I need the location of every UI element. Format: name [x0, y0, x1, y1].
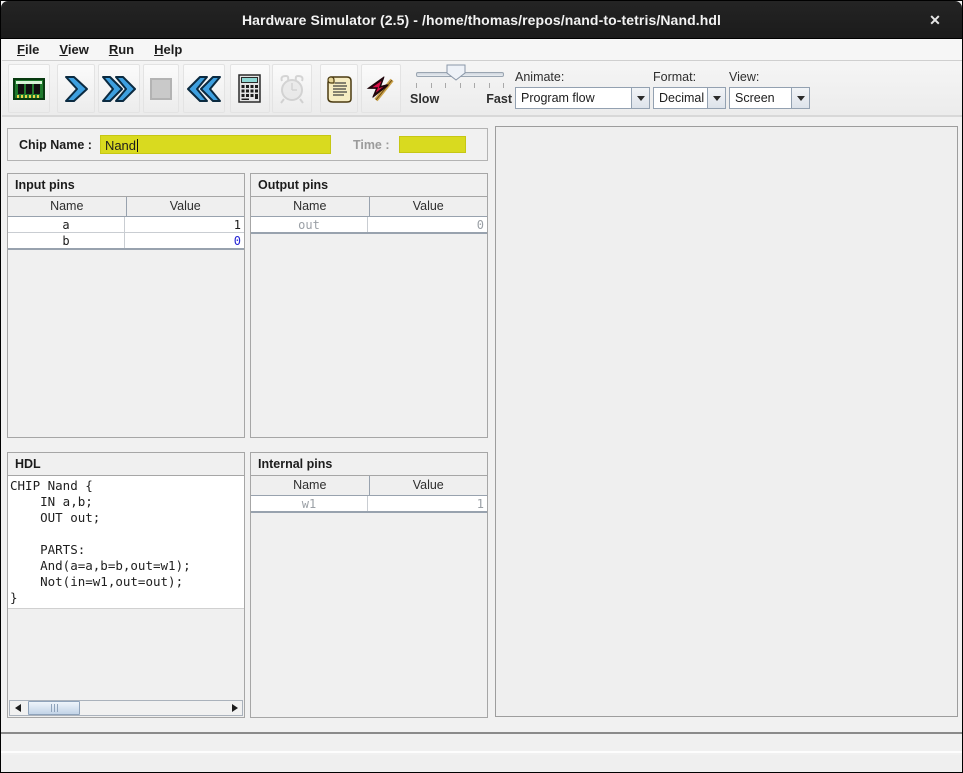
animate-value: Program flow	[516, 88, 631, 108]
output-pins-title: Output pins	[251, 174, 487, 197]
menu-file[interactable]: File	[8, 40, 48, 59]
menu-view[interactable]: View	[50, 40, 97, 59]
text-caret	[137, 139, 138, 152]
slider-slow-label: Slow	[410, 92, 439, 106]
chip-name-label: Chip Name :	[19, 138, 92, 152]
breakpoint-icon	[366, 74, 396, 104]
clock-button	[272, 64, 312, 113]
view-group: View: Screen	[729, 70, 810, 109]
hdl-horizontal-scrollbar[interactable]	[9, 700, 243, 716]
animate-select[interactable]: Program flow	[515, 87, 650, 109]
run-icon	[101, 74, 137, 104]
status-bar-secondary	[1, 755, 963, 773]
toolbar: Slow Fast Animate: Program flow Format: …	[2, 61, 963, 117]
menu-run[interactable]: Run	[100, 40, 143, 59]
scroll-right-icon[interactable]	[227, 701, 242, 715]
input-pins-table: Name Value a 1 b 0	[8, 197, 244, 250]
time-field	[399, 136, 466, 153]
slider-fast-label: Fast	[486, 92, 512, 106]
format-value: Decimal	[654, 88, 707, 108]
table-row[interactable]: a 1	[8, 217, 244, 233]
single-step-button[interactable]	[57, 64, 95, 113]
output-pins-panel: Output pins Name Value out 0	[250, 173, 488, 438]
run-button[interactable]	[98, 64, 140, 113]
window-title: Hardware Simulator (2.5) - /home/thomas/…	[242, 12, 721, 28]
animate-label: Animate:	[515, 70, 650, 84]
clock-icon	[277, 73, 307, 105]
scroll-left-icon[interactable]	[10, 701, 25, 715]
scrollbar-thumb[interactable]	[28, 701, 80, 715]
reset-button[interactable]	[183, 64, 225, 113]
table-row[interactable]: b 0	[8, 233, 244, 249]
view-select[interactable]: Screen	[729, 87, 810, 109]
scrollbar-track[interactable]	[25, 701, 227, 715]
table-header: Name Value	[251, 476, 487, 496]
breakpoints-button[interactable]	[361, 64, 401, 113]
internal-pins-panel: Internal pins Name Value w1 1	[250, 452, 488, 718]
slider-ticks	[416, 83, 504, 88]
internal-pins-title: Internal pins	[251, 453, 487, 476]
hardware-simulator-window: Hardware Simulator (2.5) - /home/thomas/…	[0, 0, 963, 773]
stop-icon	[149, 77, 173, 101]
close-icon[interactable]: ✕	[922, 9, 948, 31]
stop-button[interactable]	[143, 64, 179, 113]
time-label: Time :	[353, 138, 390, 152]
table-header: Name Value	[8, 197, 244, 217]
input-pins-panel: Input pins Name Value a 1 b 0	[7, 173, 245, 438]
reset-icon	[186, 74, 222, 104]
chevron-down-icon[interactable]	[791, 88, 809, 108]
format-label: Format:	[653, 70, 726, 84]
internal-pins-table: Name Value w1 1	[251, 476, 487, 513]
evaluate-button[interactable]	[230, 64, 270, 113]
load-chip-button[interactable]	[8, 64, 50, 113]
status-bar	[1, 734, 963, 753]
chip-icon	[12, 75, 46, 103]
hdl-title: HDL	[8, 453, 244, 476]
script-icon	[325, 74, 353, 104]
menu-help[interactable]: Help	[145, 40, 191, 59]
chevron-down-icon[interactable]	[707, 88, 725, 108]
view-value: Screen	[730, 88, 791, 108]
chevron-down-icon[interactable]	[631, 88, 649, 108]
menu-bar: File View Run Help	[2, 39, 963, 61]
hdl-code[interactable]: CHIP Nand { IN a,b; OUT out; PARTS: And(…	[8, 476, 244, 609]
table-row: w1 1	[251, 496, 487, 512]
chip-name-bar: Chip Name : Nand Time :	[7, 128, 488, 161]
table-header: Name Value	[251, 197, 487, 217]
load-script-button[interactable]	[320, 64, 358, 113]
calculator-icon	[236, 73, 264, 105]
format-group: Format: Decimal	[653, 70, 726, 109]
chip-name-input[interactable]: Nand	[100, 135, 331, 154]
hdl-panel: HDL CHIP Nand { IN a,b; OUT out; PARTS: …	[7, 452, 245, 718]
view-label: View:	[729, 70, 810, 84]
single-step-icon	[63, 74, 89, 104]
output-pins-table: Name Value out 0	[251, 197, 487, 234]
screen-view-panel	[495, 126, 958, 717]
speed-slider: Slow Fast	[410, 61, 512, 117]
animate-group: Animate: Program flow	[515, 70, 650, 109]
table-row: out 0	[251, 217, 487, 233]
title-bar: Hardware Simulator (2.5) - /home/thomas/…	[1, 1, 962, 39]
input-pins-title: Input pins	[8, 174, 244, 197]
format-select[interactable]: Decimal	[653, 87, 726, 109]
